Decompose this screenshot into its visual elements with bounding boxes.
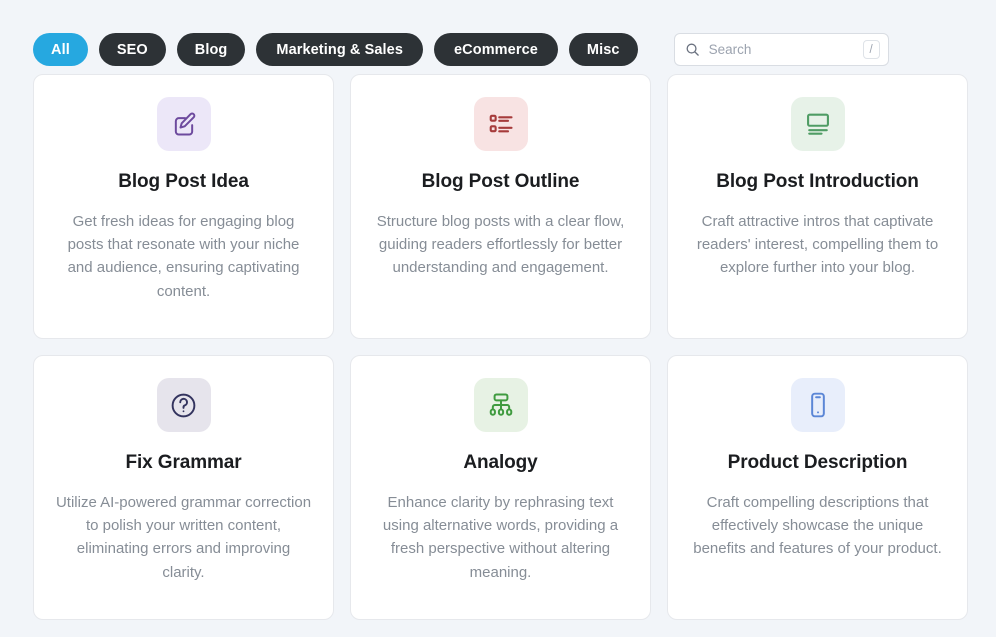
icon-tile <box>790 378 845 432</box>
search-icon <box>686 43 699 56</box>
icon-tile <box>473 97 528 151</box>
card-blog-post-outline[interactable]: Blog Post Outline Structure blog posts w… <box>350 74 651 339</box>
icon-tile <box>156 378 211 432</box>
edit-pencil-square-icon <box>174 112 195 136</box>
card-title: Blog Post Outline <box>421 171 580 192</box>
question-circle-icon <box>171 393 196 417</box>
filter-bar: All SEO Blog Marketing & Sales eCommerce… <box>0 0 996 74</box>
card-title: Fix Grammar <box>125 452 242 473</box>
filter-chip-all[interactable]: All <box>33 33 88 66</box>
sitemap-hierarchy-icon <box>489 393 512 416</box>
card-description: Enhance clarity by rephrasing text using… <box>382 493 619 581</box>
search-input[interactable] <box>708 42 854 57</box>
card-title: Product Description <box>727 452 908 473</box>
card-description: Craft compelling descriptions that effec… <box>693 493 942 558</box>
card-title: Analogy <box>463 452 538 473</box>
mobile-device-icon <box>810 392 825 418</box>
card-description: Craft attractive intros that captivate r… <box>696 212 939 277</box>
card-blog-post-introduction[interactable]: Blog Post Introduction Craft attractive … <box>667 74 968 339</box>
icon-tile <box>156 97 211 151</box>
card-title: Blog Post Idea <box>118 171 249 192</box>
filter-chip-marketing-and-sales[interactable]: Marketing & Sales <box>256 33 423 66</box>
card-analogy[interactable]: Analogy Enhance clarity by rephrasing te… <box>350 355 651 620</box>
filter-chip-blog[interactable]: Blog <box>176 33 246 66</box>
search-box[interactable]: / <box>673 33 889 66</box>
template-card-grid: Blog Post Idea Get fresh ideas for engag… <box>0 74 996 620</box>
filter-chip-ecommerce[interactable]: eCommerce <box>434 33 558 66</box>
list-outline-icon <box>489 114 513 133</box>
filter-chip-misc[interactable]: Misc <box>568 33 638 66</box>
card-product-description[interactable]: Product Description Craft compelling des… <box>667 355 968 620</box>
icon-tile <box>473 378 528 432</box>
icon-tile <box>790 97 845 151</box>
presentation-article-icon <box>806 113 829 135</box>
card-fix-grammar[interactable]: Fix Grammar Utilize AI-powered grammar c… <box>33 355 334 620</box>
search-shortcut-badge: / <box>862 40 880 59</box>
card-blog-post-idea[interactable]: Blog Post Idea Get fresh ideas for engag… <box>33 74 334 339</box>
card-description: Structure blog posts with a clear flow, … <box>376 212 625 277</box>
filter-chip-seo[interactable]: SEO <box>98 33 166 66</box>
card-description: Get fresh ideas for engaging blog posts … <box>67 212 300 300</box>
card-title: Blog Post Introduction <box>716 171 919 192</box>
card-description: Utilize AI-powered grammar correction to… <box>55 493 312 581</box>
